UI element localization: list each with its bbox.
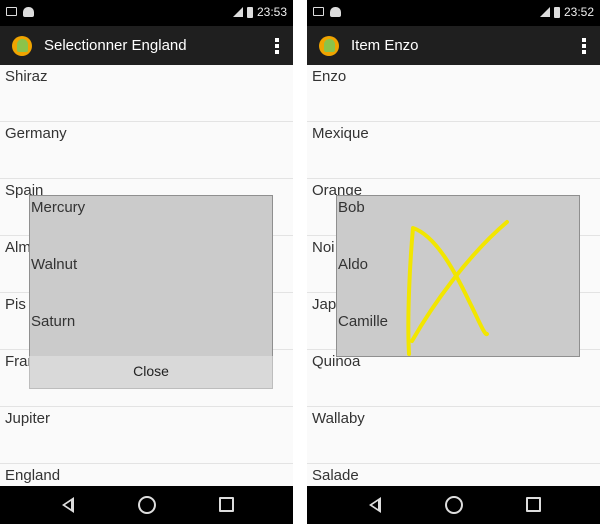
popup-list-dialog: Mercury Walnut Saturn	[29, 195, 273, 357]
home-icon[interactable]	[136, 494, 158, 516]
action-bar-title: Selectionner England	[44, 37, 187, 54]
status-indicators: 23:52	[539, 5, 594, 19]
list-item[interactable]: Wallaby	[307, 407, 600, 464]
navigation-bar	[307, 486, 600, 524]
screenshot-icon	[6, 7, 17, 16]
left-phone-screen: 23:53 Selectionner England Shiraz German…	[0, 0, 293, 524]
dialog-item-label: Mercury	[31, 199, 86, 216]
dialog-list-item[interactable]: Mercury	[30, 196, 272, 253]
recent-apps-icon[interactable]	[523, 494, 545, 516]
list-item-label: England	[5, 467, 61, 484]
status-time: 23:52	[563, 5, 594, 19]
navigation-bar	[0, 486, 293, 524]
gesture-stroke	[406, 220, 509, 356]
battery-icon	[553, 6, 560, 18]
list-item-label: Enzo	[312, 68, 347, 85]
list-item[interactable]: Shiraz	[0, 65, 293, 122]
home-icon[interactable]	[443, 494, 465, 516]
list-item[interactable]: Germany	[0, 122, 293, 179]
list-item-label: Jap	[312, 296, 337, 313]
right-phone-screen: 23:52 Item Enzo Enzo Mexique Orange Noi …	[307, 0, 600, 524]
popup-list-dialog: Bob Aldo Camille	[336, 195, 580, 357]
back-icon[interactable]	[59, 494, 81, 516]
battery-icon	[246, 6, 253, 18]
dialog-item-label: Walnut	[31, 256, 78, 273]
app-icon[interactable]	[319, 34, 341, 56]
status-indicators: 23:53	[232, 5, 287, 19]
screenshot-icon	[313, 7, 324, 16]
status-bar: 23:53	[0, 0, 293, 26]
list-item-label: Pis	[5, 296, 26, 313]
list-item-label: Germany	[5, 125, 67, 142]
list-item-label: Salade	[312, 467, 359, 484]
list-item-label: Shiraz	[5, 68, 48, 85]
action-bar: Item Enzo	[307, 26, 600, 65]
status-notifications	[6, 7, 34, 17]
list-item[interactable]: Jupiter	[0, 407, 293, 464]
close-button-label: Close	[133, 363, 169, 379]
dialog-item-label: Saturn	[31, 313, 76, 330]
list-item-label: Wallaby	[312, 410, 365, 427]
status-notifications	[313, 7, 341, 17]
list-item[interactable]: Enzo	[307, 65, 600, 122]
android-notification-icon	[23, 7, 34, 17]
hand-drawn-gesture	[406, 220, 509, 356]
list-item[interactable]: Mexique	[307, 122, 600, 179]
list-item-label: Mexique	[312, 125, 369, 142]
overflow-menu-icon[interactable]	[582, 38, 586, 54]
list-item-label: Jupiter	[5, 410, 51, 427]
app-icon[interactable]	[12, 34, 34, 56]
status-time: 23:53	[256, 5, 287, 19]
recent-apps-icon[interactable]	[216, 494, 238, 516]
back-icon[interactable]	[366, 494, 388, 516]
signal-icon	[539, 7, 550, 17]
overflow-menu-icon[interactable]	[275, 38, 279, 54]
list-item-label: Noi	[312, 239, 335, 256]
action-bar: Selectionner England	[0, 26, 293, 65]
list-item-label: Alm	[5, 239, 31, 256]
signal-icon	[232, 7, 243, 17]
android-notification-icon	[330, 7, 341, 17]
status-bar: 23:52	[307, 0, 600, 26]
dialog-list-item[interactable]: Walnut	[30, 253, 272, 310]
action-bar-title: Item Enzo	[351, 37, 419, 54]
close-button[interactable]: Close	[29, 356, 273, 389]
